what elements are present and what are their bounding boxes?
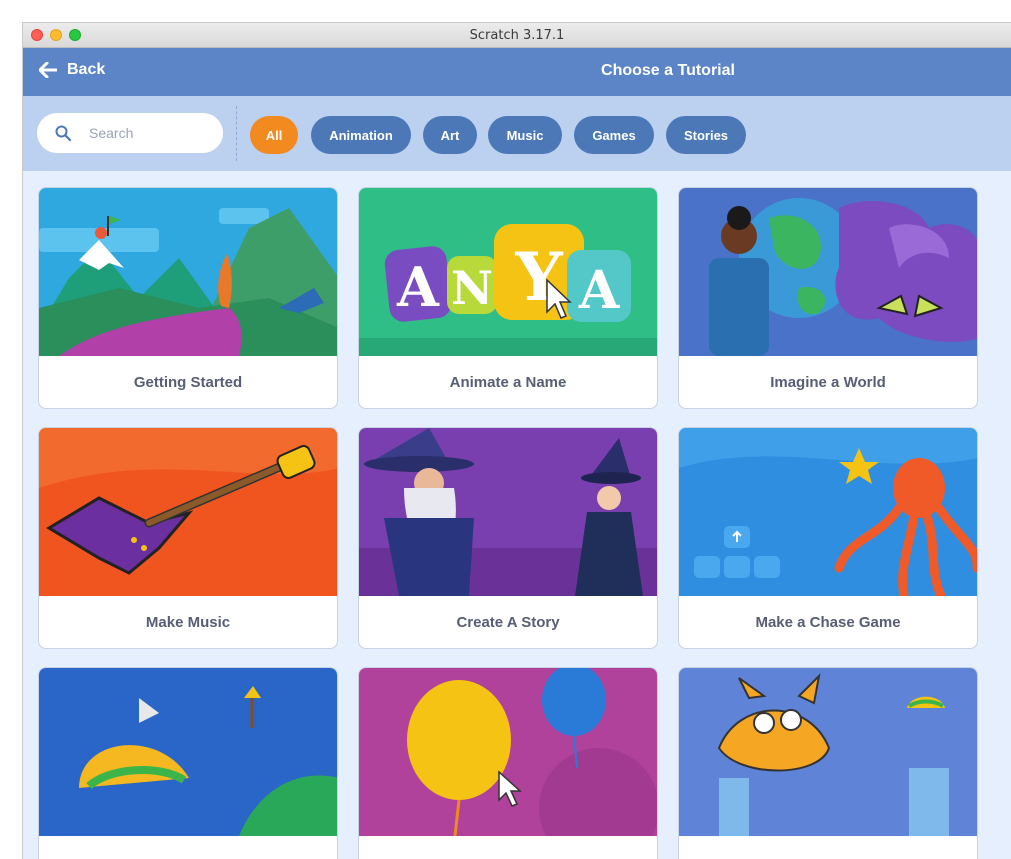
tutorial-thumbnail [359,668,657,836]
tutorial-title: Animate a Name [449,374,567,391]
tutorial-thumbnail [39,668,337,836]
tutorial-title [679,836,977,859]
tutorial-title: Getting Started [133,374,243,391]
tutorial-card-animate-a-name[interactable]: A N Y A Animate a Name [358,187,658,409]
thumb-letter: A [396,255,440,319]
tutorial-title: Make Music [145,614,231,631]
tutorial-thumbnail [359,428,657,596]
filter-bar: All Animation Art Music Games Stories [23,96,1011,171]
filter-music[interactable]: Music [488,116,562,154]
filter-art[interactable]: Art [423,116,477,154]
window-title: Scratch 3.17.1 [469,28,565,43]
thumb-letter: A [578,260,620,321]
tutorial-header: Back Choose a Tutorial [23,48,1011,96]
tutorial-thumbnail [679,668,977,836]
tutorial-card-make-a-chase-game[interactable]: Make a Chase Game [678,427,978,649]
tutorial-thumbnail [39,188,337,356]
tutorial-card[interactable] [678,667,978,859]
tutorial-card-imagine-a-world[interactable]: Imagine a World [678,187,978,409]
tutorial-card-create-a-story[interactable]: Create A Story [358,427,658,649]
arrow-left-icon [39,62,57,78]
filter-all[interactable]: All [250,116,298,154]
tutorial-title [39,836,337,859]
page-title: Choose a Tutorial [601,62,735,79]
filter-games[interactable]: Games [574,116,654,154]
tutorial-title: Make a Chase Game [755,614,901,631]
tutorial-title: Create A Story [456,614,560,631]
tutorial-card[interactable] [38,667,338,859]
back-label: Back [67,61,106,78]
tutorial-thumbnail [39,428,337,596]
filter-stories[interactable]: Stories [666,116,746,154]
tutorial-title: Imagine a World [770,374,886,391]
search-icon [55,125,71,141]
search-input[interactable] [87,124,211,142]
tutorial-card-getting-started[interactable]: Getting Started [38,187,338,409]
app-window: Scratch 3.17.1 Back Choose a Tutorial Al… [22,22,1011,859]
tutorial-card-make-music[interactable]: Make Music [38,427,338,649]
tutorial-card[interactable] [358,667,658,859]
filter-divider [236,106,237,161]
tutorial-title [359,836,657,859]
filter-animation[interactable]: Animation [311,116,411,154]
window-titlebar: Scratch 3.17.1 [23,23,1011,48]
back-button[interactable]: Back [39,61,105,79]
thumb-letter: N [451,261,493,315]
tutorial-thumbnail [679,428,977,596]
tutorial-thumbnail [679,188,977,356]
search-box[interactable] [37,113,223,153]
tutorial-thumbnail: A N Y A [359,188,657,356]
